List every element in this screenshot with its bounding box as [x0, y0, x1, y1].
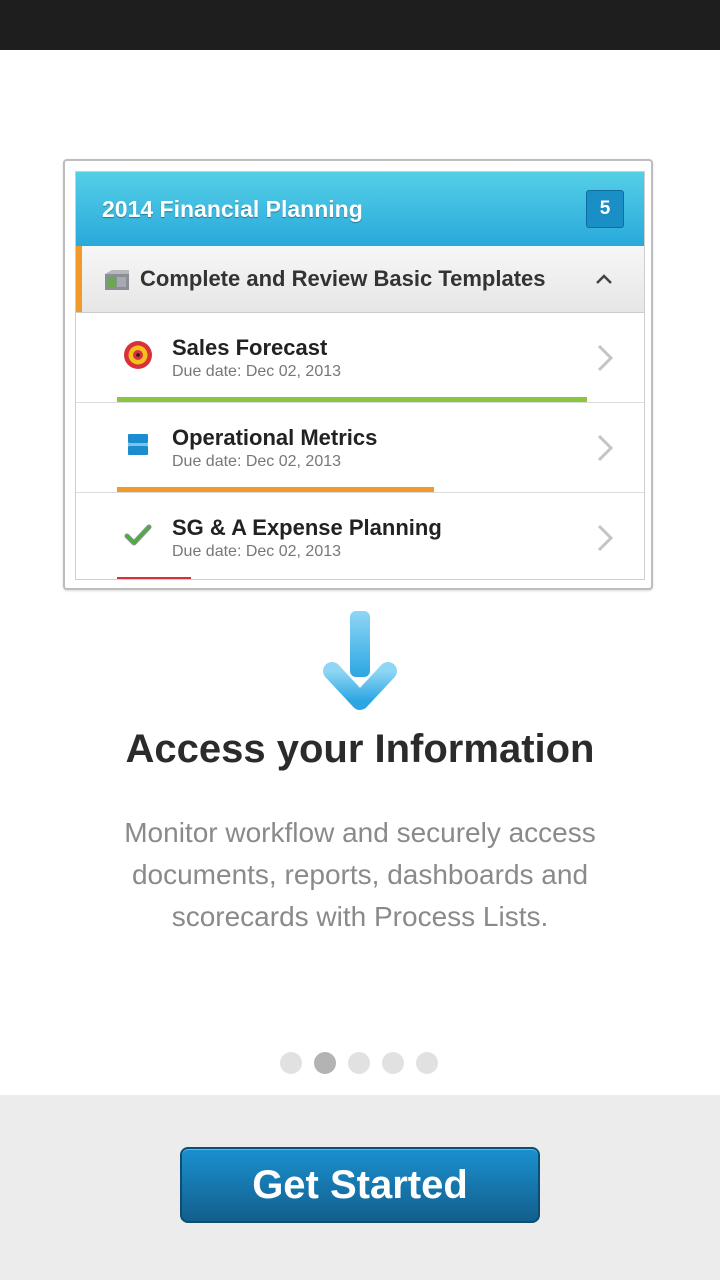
chevron-right-icon [597, 524, 614, 552]
task-due-date: Due date: Dec 02, 2013 [172, 363, 342, 380]
target-icon [124, 341, 152, 369]
task-name: Sales Forecast [172, 335, 328, 360]
task-name: SG & A Expense Planning [172, 515, 442, 540]
description: Monitor workflow and securely access doc… [124, 817, 596, 932]
count-badge: 5 [586, 190, 624, 228]
task-name: Operational Metrics [172, 425, 378, 450]
down-arrow-icon [323, 611, 397, 710]
page-dot[interactable] [416, 1052, 438, 1074]
status-bar [0, 0, 720, 50]
preview-inner: 2014 Financial Planning 5 Complete and R… [75, 171, 645, 580]
headline: Access your Information [125, 727, 595, 771]
task-row: SG & A Expense Planning Due date: Dec 02… [76, 493, 644, 579]
page-indicator [280, 1052, 438, 1074]
chevron-up-icon [596, 274, 612, 284]
task-row: Operational Metrics Due date: Dec 02, 20… [76, 403, 644, 493]
task-progress-bar [117, 397, 587, 402]
task-due-date: Due date: Dec 02, 2013 [172, 453, 342, 470]
section-header: Complete and Review Basic Templates [76, 246, 644, 313]
process-list-header: 2014 Financial Planning 5 [76, 172, 644, 246]
page-dot[interactable] [382, 1052, 404, 1074]
folder-icon [105, 270, 129, 290]
task-row: Sales Forecast Due date: Dec 02, 2013 [76, 313, 644, 403]
task-due-date: Due date: Dec 02, 2013 [172, 543, 342, 560]
page-dot[interactable] [280, 1052, 302, 1074]
page-dot[interactable] [348, 1052, 370, 1074]
process-list-title: 2014 Financial Planning [102, 196, 363, 222]
task-progress-bar [117, 577, 191, 579]
chevron-right-icon [597, 344, 614, 372]
get-started-button[interactable]: Get Started [180, 1147, 540, 1223]
checkmark-icon [124, 524, 152, 546]
task-progress-bar [117, 487, 434, 492]
stack-icon [128, 434, 148, 455]
chevron-right-icon [597, 434, 614, 462]
section-label: Complete and Review Basic Templates [140, 266, 546, 291]
section-accent-bar [76, 246, 82, 312]
page-dot[interactable] [314, 1052, 336, 1074]
process-list-preview: 2014 Financial Planning 5 Complete and R… [63, 159, 653, 590]
